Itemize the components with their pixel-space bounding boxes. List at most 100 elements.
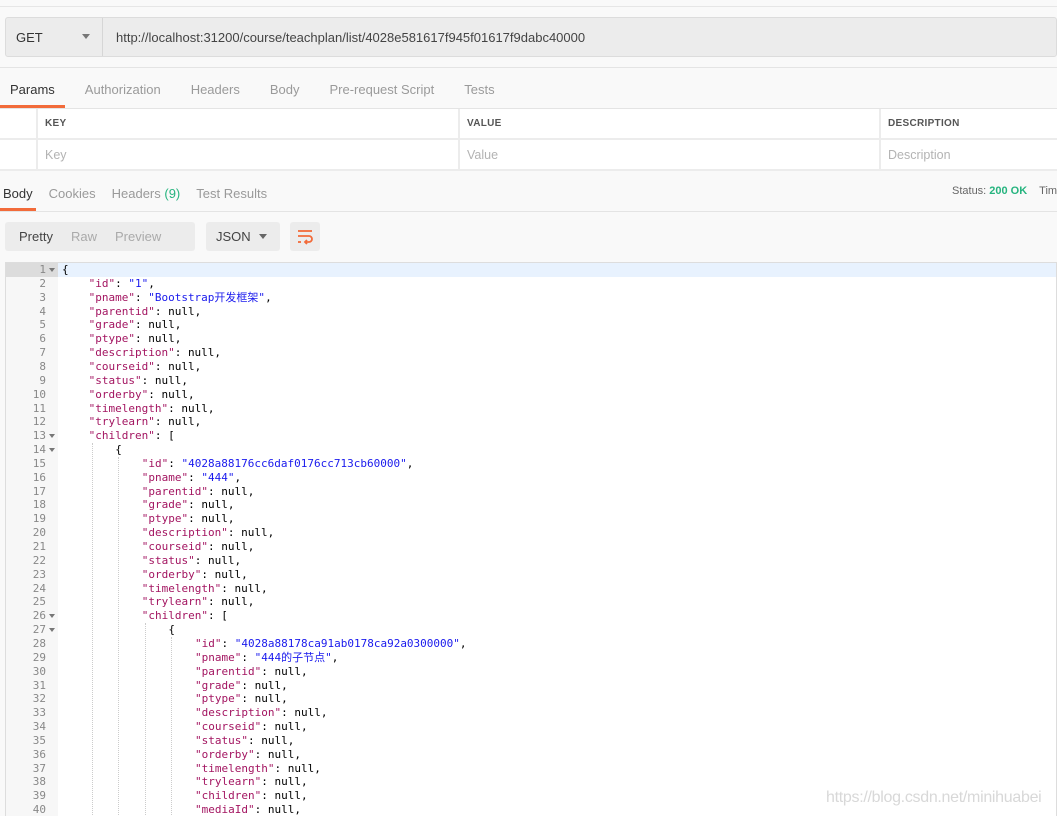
json-key: "courseid" bbox=[88, 359, 155, 373]
json-key: "grade" bbox=[141, 498, 189, 512]
json-key: "timelength" bbox=[195, 761, 275, 775]
json-key: "children" bbox=[195, 789, 262, 803]
line-number: 24 bbox=[32, 581, 46, 595]
line-number: 36 bbox=[32, 747, 46, 761]
code-text: "pname": "Bootstrap开发框架", bbox=[88, 290, 272, 304]
tab-tests[interactable]: Tests bbox=[454, 80, 504, 108]
code-line: 31 "grade": null, bbox=[6, 679, 1056, 693]
json-key: "parentid" bbox=[195, 664, 262, 678]
code-line: 21 "courseid": null, bbox=[6, 540, 1056, 554]
line-number: 33 bbox=[32, 706, 46, 720]
fold-arrow-icon[interactable] bbox=[49, 434, 55, 439]
pretty-button[interactable]: Pretty bbox=[5, 229, 53, 244]
line-number: 29 bbox=[32, 650, 46, 664]
code-text: "trylearn": null, bbox=[195, 775, 308, 789]
method-label: GET bbox=[16, 29, 43, 45]
json-key: "trylearn" bbox=[88, 415, 155, 429]
json-key: "orderby" bbox=[141, 567, 202, 581]
code-line: 36 "orderby": null, bbox=[6, 748, 1056, 762]
headers-count: (9) bbox=[164, 186, 181, 201]
json-key: "parentid" bbox=[88, 304, 155, 318]
code-line: 27{ bbox=[6, 623, 1056, 637]
code-text: "status": null, bbox=[88, 373, 188, 387]
tab-params[interactable]: Params bbox=[0, 80, 65, 108]
format-toggle: Pretty Raw Preview bbox=[5, 222, 195, 251]
code-text: "ptype": null, bbox=[88, 332, 182, 346]
code-text: "pname": "444的子节点", bbox=[195, 650, 339, 664]
description-input[interactable]: Description bbox=[879, 140, 1057, 169]
chevron-down-icon bbox=[259, 234, 267, 239]
table-header: KEY VALUE DESCRIPTION bbox=[0, 109, 1057, 140]
code-text: "courseid": null, bbox=[141, 540, 255, 553]
fold-arrow-icon[interactable] bbox=[49, 448, 55, 453]
code-text: "description": null, bbox=[195, 706, 328, 720]
status-label: Status: bbox=[952, 185, 987, 197]
code-line: 25 "trylearn": null, bbox=[6, 595, 1056, 609]
json-key: "id" bbox=[88, 276, 116, 290]
url-input[interactable]: http://localhost:31200/course/teachplan/… bbox=[103, 18, 585, 56]
code-text: "grade": null, bbox=[141, 498, 235, 512]
tab-headers[interactable]: Headers bbox=[181, 80, 250, 108]
code-line: 7 "description": null, bbox=[6, 346, 1056, 360]
raw-button[interactable]: Raw bbox=[57, 229, 97, 244]
code-line: 20 "description": null, bbox=[6, 526, 1056, 540]
json-key: "pname" bbox=[141, 470, 189, 484]
divider bbox=[0, 67, 1057, 68]
code-text: "parentid": null, bbox=[195, 664, 308, 678]
code-text: "orderby": null, bbox=[141, 567, 248, 581]
line-number: 6 bbox=[39, 332, 46, 346]
json-string: "444" bbox=[201, 470, 235, 484]
json-key: "pname" bbox=[195, 650, 242, 664]
code-line: 6 "ptype": null, bbox=[6, 332, 1056, 346]
json-key: "timelength" bbox=[141, 581, 222, 595]
wrap-lines-button[interactable] bbox=[290, 222, 320, 251]
line-number: 15 bbox=[32, 456, 46, 470]
row-checkbox[interactable] bbox=[0, 140, 36, 169]
code-line: 11 "timelength": null, bbox=[6, 402, 1056, 416]
tab-response-headers[interactable]: Headers (9) bbox=[109, 184, 184, 211]
line-number: 11 bbox=[32, 401, 46, 415]
json-key: "trylearn" bbox=[141, 595, 209, 609]
tab-response-body[interactable]: Body bbox=[0, 184, 36, 211]
code-line: 24 "timelength": null, bbox=[6, 582, 1056, 596]
tab-body[interactable]: Body bbox=[260, 80, 310, 108]
json-key: "courseid" bbox=[141, 540, 209, 553]
params-table: KEY VALUE DESCRIPTION Key Value Descript… bbox=[0, 108, 1057, 171]
json-key: "status" bbox=[88, 373, 142, 387]
language-label: JSON bbox=[216, 229, 251, 244]
fold-arrow-icon[interactable] bbox=[49, 628, 55, 633]
code-line: 3 "pname": "Bootstrap开发框架", bbox=[6, 291, 1056, 305]
method-select[interactable]: GET bbox=[6, 18, 103, 56]
json-key: "description" bbox=[195, 706, 282, 720]
json-key: "children" bbox=[141, 609, 209, 623]
json-key: "description" bbox=[88, 346, 175, 360]
response-body-editor[interactable]: 1{2 "id": "1", 3 "pname": "Bootstrap开发框架", 4… bbox=[5, 262, 1057, 816]
code-line: 34 "courseid": null, bbox=[6, 720, 1056, 734]
tab-authorization[interactable]: Authorization bbox=[75, 80, 171, 108]
value-input[interactable]: Value bbox=[458, 140, 879, 169]
line-number: 22 bbox=[32, 553, 46, 567]
divider bbox=[0, 6, 1057, 7]
code-text: "grade": null, bbox=[88, 318, 182, 332]
json-key: "id" bbox=[141, 456, 169, 470]
fold-arrow-icon[interactable] bbox=[49, 268, 55, 272]
tab-cookies[interactable]: Cookies bbox=[46, 184, 99, 211]
code-line: 12 "trylearn": null, bbox=[6, 415, 1056, 429]
code-line: 29 "pname": "444的子节点", bbox=[6, 651, 1056, 665]
code-text: "id": "1", bbox=[88, 276, 155, 290]
fold-arrow-icon[interactable] bbox=[49, 614, 55, 619]
table-row: Key Value Description bbox=[0, 140, 1057, 171]
tab-test-results[interactable]: Test Results bbox=[193, 184, 270, 211]
key-input[interactable]: Key bbox=[36, 140, 458, 169]
preview-button[interactable]: Preview bbox=[101, 229, 161, 244]
code-line: 33 "description": null, bbox=[6, 706, 1056, 720]
json-key: "description" bbox=[141, 526, 228, 540]
json-key: "grade" bbox=[195, 678, 242, 692]
code-line: 26 "children": [ bbox=[6, 609, 1056, 623]
language-select[interactable]: JSON bbox=[206, 222, 280, 251]
code-text: "trylearn": null, bbox=[141, 595, 255, 609]
code-text: "mediaId": null, bbox=[195, 803, 301, 816]
code-line: 18 "grade": null, bbox=[6, 498, 1056, 512]
tab-pre-request-script[interactable]: Pre-request Script bbox=[319, 80, 444, 108]
line-number: 19 bbox=[32, 512, 46, 526]
